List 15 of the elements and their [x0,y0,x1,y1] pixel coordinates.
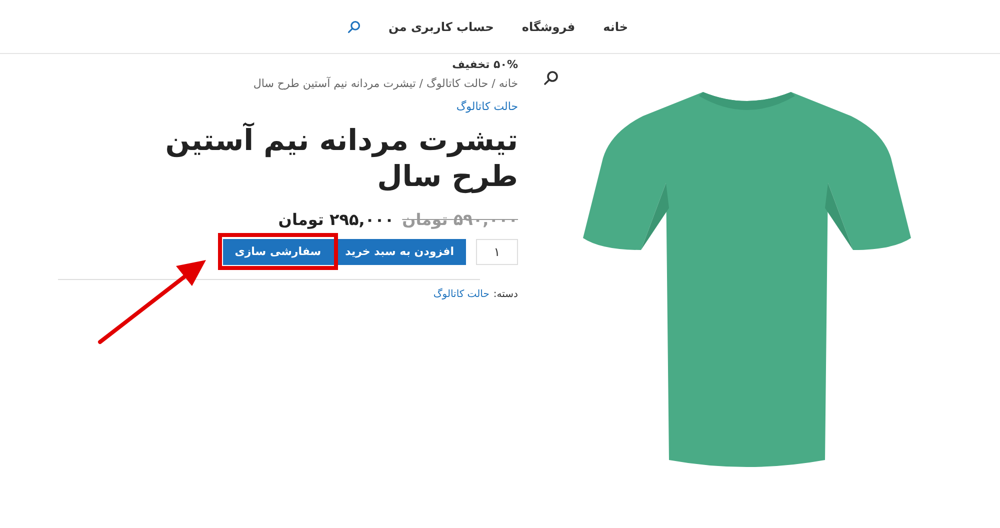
search-icon[interactable] [543,70,559,86]
product-title: تیشرت مردانه نیم آستین طرح سال [164,122,518,194]
customize-button[interactable]: سفارشی سازی [222,239,334,266]
quantity-field[interactable]: ۱ [476,238,518,265]
sale-price: ۲۹۵,۰۰۰ تومان [278,209,394,231]
category-link[interactable]: حالت کاتالوگ [433,287,490,302]
meta-label: دسته: [493,288,518,302]
nav-link[interactable]: خانه [603,18,628,36]
breadcrumb: خانه / حالت کاتالوگ / تیشرت مردانه نیم آستین طرح سال [252,76,518,92]
nav-link[interactable]: حساب کاربری من [388,18,494,36]
category-link[interactable]: حالت کاتالوگ [456,99,518,116]
discount-label: ۵۰% تخفیف [452,57,518,73]
old-price: ۵۹۰,۰۰۰ تومان [402,209,518,231]
add-to-cart-button[interactable]: افزودن به سبد خرید [333,239,466,266]
nav-link[interactable]: فروشگاه [522,18,576,36]
